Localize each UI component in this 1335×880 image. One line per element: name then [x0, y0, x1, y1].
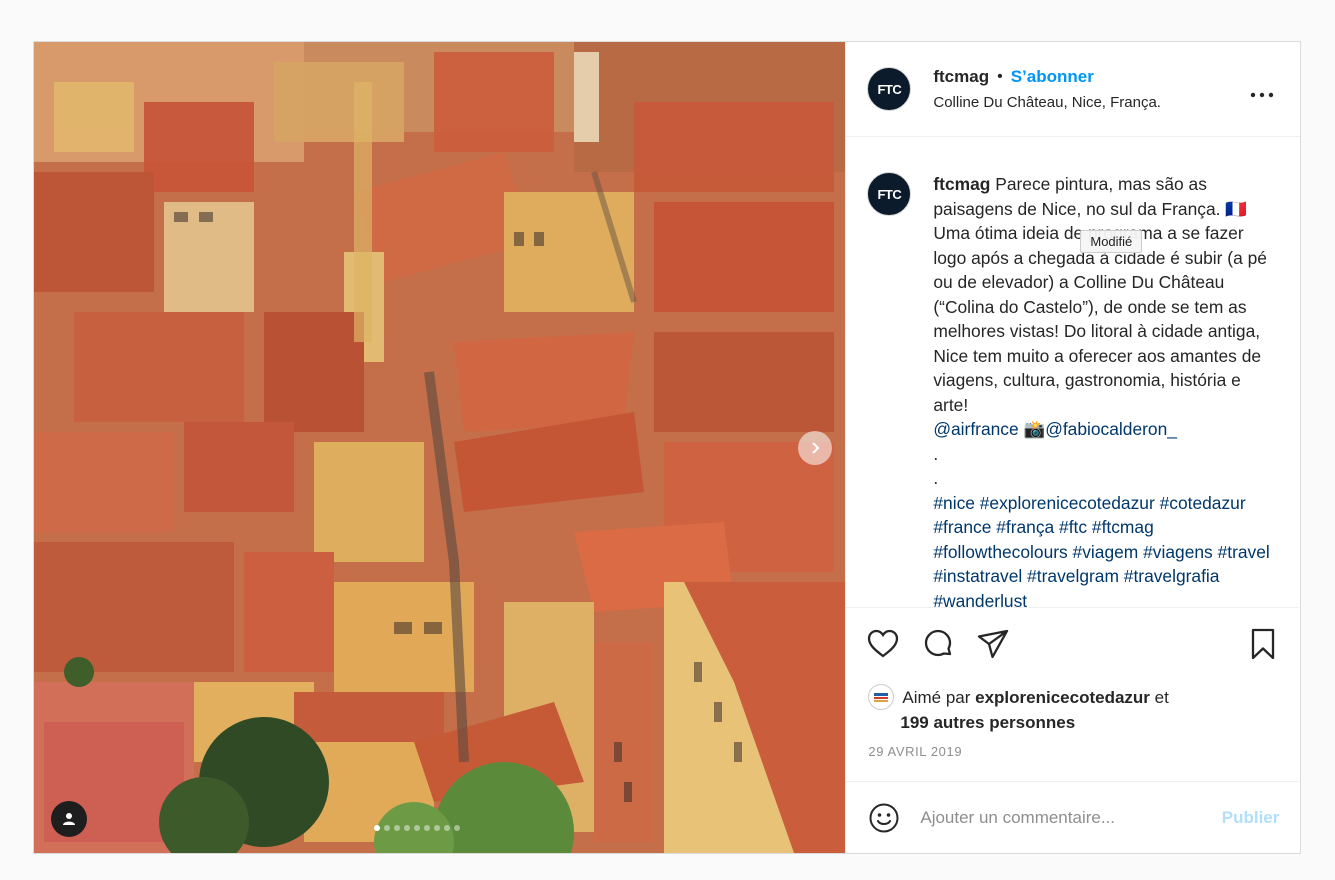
save-button[interactable]	[1246, 627, 1280, 661]
bookmark-icon	[1252, 628, 1275, 660]
liker-logo-icon	[870, 686, 893, 708]
caption-dot: .	[933, 468, 939, 488]
caption-username-link[interactable]: ftcmag	[933, 174, 990, 194]
avatar-logo-text: FTC	[877, 81, 902, 97]
caption-text: Parece pintura, mas são as paisagens de …	[933, 174, 1267, 415]
more-horizontal-icon	[1250, 92, 1274, 98]
chevron-right-icon	[812, 442, 820, 454]
post-header: FTC ftcmag • S’abonner Colline Du Châtea…	[846, 42, 1300, 137]
carousel-dot	[374, 825, 380, 831]
post-date[interactable]: 29 AVRIL 2019	[868, 744, 962, 759]
avatar-logo-text: FTC	[877, 186, 902, 202]
avatar[interactable]: FTC	[867, 172, 912, 216]
comment-icon	[925, 629, 952, 657]
carousel-dot	[454, 825, 460, 831]
carousel-next-button[interactable]	[798, 431, 832, 465]
heart-icon	[868, 629, 899, 658]
tooltip: Modifié	[1080, 230, 1143, 253]
caption-dot: .	[933, 443, 939, 464]
tagged-users-button[interactable]	[51, 801, 87, 837]
carousel-dot	[434, 825, 440, 831]
publish-button[interactable]: Publier	[1222, 808, 1280, 828]
post-card: FTC ftcmag • S’abonner Colline Du Châtea…	[33, 41, 1301, 854]
carousel-dot	[414, 825, 420, 831]
share-button[interactable]	[976, 627, 1010, 661]
action-bar	[846, 625, 1299, 665]
liker-avatar[interactable]	[868, 684, 895, 710]
follow-button[interactable]: S’abonner	[1011, 67, 1094, 87]
post-photo[interactable]	[34, 42, 846, 853]
avatar[interactable]: FTC	[867, 67, 912, 111]
hashtags[interactable]: #nice #explorenicecotedazur #cotedazur #…	[933, 493, 1269, 608]
likes-count-link[interactable]: 199 autres personnes	[868, 710, 1168, 735]
user-icon	[63, 813, 75, 825]
carousel-dot	[384, 825, 390, 831]
liker-username-link[interactable]: explorenicecotedazur	[975, 685, 1150, 710]
mention-link[interactable]: @fabiocalderon_	[1045, 419, 1177, 439]
separator-dot: •	[997, 68, 1003, 85]
camera-emoji: 📸	[1023, 419, 1046, 439]
comment-input[interactable]	[920, 807, 1222, 828]
emoji-button[interactable]	[868, 802, 900, 834]
comment-button[interactable]	[921, 627, 955, 661]
comment-bar: Publier	[846, 781, 1300, 853]
likes-summary: Aimé par explorenicecotedazur et 199 aut…	[868, 684, 1169, 735]
send-icon	[978, 629, 1009, 659]
mention-link[interactable]: @airfrance	[933, 419, 1018, 439]
caption-scroll-area[interactable]: FTC ftcmag Parece pintura, mas são as pa…	[846, 138, 1300, 608]
carousel-dot	[444, 825, 450, 831]
carousel-indicator	[374, 825, 460, 831]
username-link[interactable]: ftcmag	[933, 67, 989, 87]
carousel-dot	[404, 825, 410, 831]
liked-by-prefix: Aimé par	[902, 687, 971, 707]
like-button[interactable]	[866, 627, 900, 661]
more-options-button[interactable]	[1250, 78, 1274, 104]
carousel-dot	[394, 825, 400, 831]
smiley-icon	[869, 803, 899, 832]
post-side-panel: FTC ftcmag • S’abonner Colline Du Châtea…	[845, 42, 1300, 853]
city-rooftops-image	[34, 42, 846, 853]
carousel-dot	[424, 825, 430, 831]
liked-by-conjunction: et	[1154, 687, 1169, 707]
location-link[interactable]: Colline Du Château, Nice, França.	[933, 94, 1161, 111]
